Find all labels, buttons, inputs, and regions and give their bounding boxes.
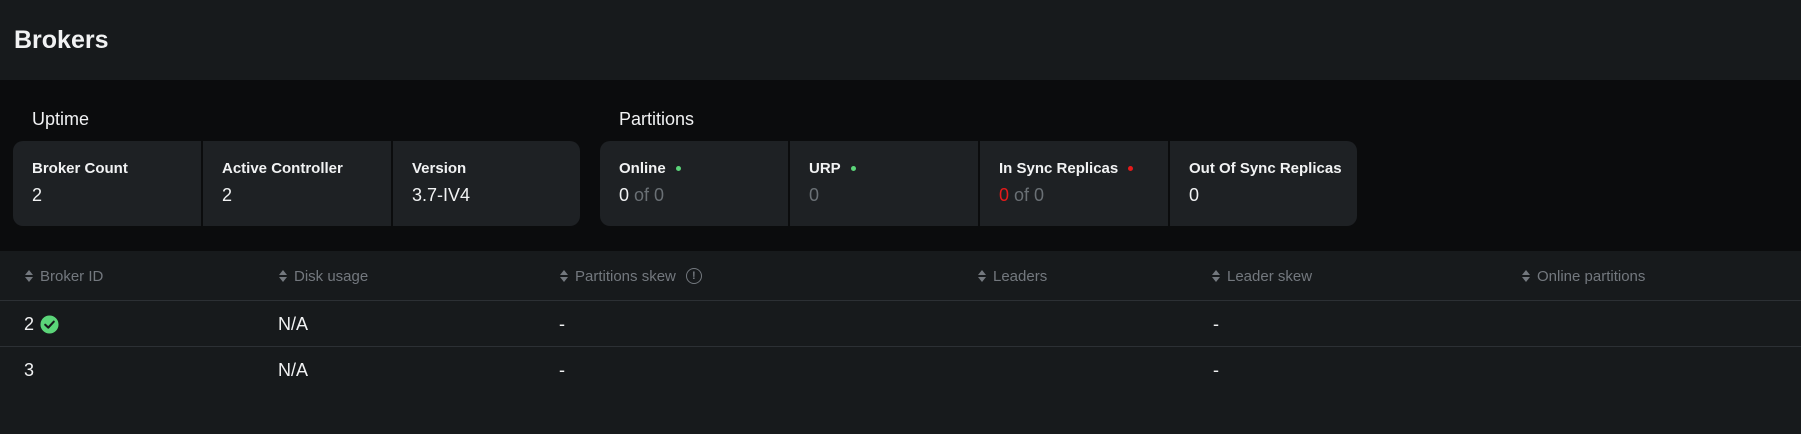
card-label: In Sync Replicas — [999, 160, 1119, 177]
card-label: Out Of Sync Replicas — [1189, 160, 1342, 177]
card-label: Version — [412, 160, 467, 177]
sort-icon — [1212, 270, 1220, 282]
brokers-table: Broker ID Disk usage Partitions skew ! L… — [0, 251, 1801, 434]
card-value: 3.7-IV4 — [412, 185, 471, 205]
column-header-leaders[interactable]: Leaders — [977, 251, 1047, 301]
card-label-row: In Sync Replicas — [999, 160, 1168, 177]
sort-icon — [279, 270, 287, 282]
card-label: Active Controller — [222, 160, 343, 177]
partitions-skew-cell: - — [559, 313, 565, 334]
column-label: Leader skew — [1227, 267, 1313, 285]
page-title: Brokers — [14, 25, 109, 54]
uptime-cards: Broker Count 2 Active Controller 2 Versi… — [13, 141, 580, 226]
column-label: Partitions skew — [575, 267, 676, 285]
column-label: Broker ID — [40, 267, 104, 285]
card-value: 0 — [999, 185, 1010, 205]
status-dot-icon — [675, 166, 681, 171]
active-controller-card: Active Controller 2 — [203, 141, 391, 226]
sort-icon — [1522, 270, 1530, 282]
info-icon[interactable]: ! — [685, 268, 702, 284]
online-card: Online 0 of 0 — [600, 141, 788, 226]
urp-card: URP 0 — [790, 141, 978, 226]
column-header-leader-skew[interactable]: Leader skew — [1211, 251, 1312, 301]
card-value-row: 0 of 0 — [619, 185, 788, 206]
column-header-online-partitions[interactable]: Online partitions — [1521, 251, 1645, 301]
card-value: 0 — [619, 185, 630, 205]
column-label: Disk usage — [294, 267, 369, 285]
card-value-suffix: of 0 — [1014, 185, 1045, 205]
card-value: 2 — [32, 185, 43, 205]
broker-id-cell[interactable]: 2 — [24, 301, 59, 347]
sort-icon — [560, 270, 568, 282]
broker-id[interactable]: 3 — [24, 360, 34, 381]
card-value: 2 — [222, 185, 233, 205]
status-dot-icon — [1128, 166, 1134, 171]
sort-icon — [25, 270, 33, 282]
sort-icon — [978, 270, 986, 282]
card-value: 0 — [1189, 185, 1200, 205]
table-header: Broker ID Disk usage Partitions skew ! L… — [0, 251, 1801, 301]
card-value-row: 0 of 0 — [999, 185, 1168, 206]
partitions-skew-cell: - — [559, 359, 565, 380]
card-label-row: Online — [619, 160, 788, 177]
status-dot-icon — [850, 166, 856, 171]
version-card: Version 3.7-IV4 — [393, 141, 580, 226]
broker-id-cell[interactable]: 3 — [24, 347, 34, 393]
card-value-suffix: of 0 — [634, 185, 665, 205]
column-label: Online partitions — [1537, 267, 1646, 285]
page-header: Brokers — [0, 0, 1801, 80]
card-value-row: 0 — [809, 185, 978, 206]
disk-usage-cell: N/A — [278, 313, 309, 334]
card-label: Online — [619, 160, 666, 177]
column-header-disk-usage[interactable]: Disk usage — [278, 251, 368, 301]
in-sync-replicas-card: In Sync Replicas 0 of 0 — [980, 141, 1168, 226]
column-header-broker-id[interactable]: Broker ID — [24, 251, 103, 301]
leader-skew-cell: - — [1213, 359, 1219, 380]
card-value: 0 — [809, 185, 820, 205]
table-row[interactable]: 3 N/A - - — [0, 347, 1801, 393]
metrics-band: Uptime Broker Count 2 Active Controller … — [0, 80, 1801, 251]
partitions-cards: Online 0 of 0 URP 0 In Sync Replicas 0 o… — [600, 141, 1357, 226]
column-label: Leaders — [993, 267, 1048, 285]
leader-skew-cell: - — [1213, 313, 1219, 334]
disk-usage-cell: N/A — [278, 359, 309, 380]
column-header-partitions-skew[interactable]: Partitions skew ! — [559, 251, 702, 301]
out-of-sync-replicas-card: Out Of Sync Replicas 0 — [1170, 141, 1357, 226]
check-circle-icon — [40, 314, 59, 334]
broker-id[interactable]: 2 — [24, 314, 34, 335]
broker-count-card: Broker Count 2 — [13, 141, 201, 226]
table-row[interactable]: 2 N/A - - — [0, 301, 1801, 347]
uptime-title: Uptime — [32, 109, 90, 129]
card-label: URP — [809, 160, 841, 177]
partitions-title: Partitions — [619, 109, 695, 129]
card-label: Broker Count — [32, 160, 128, 177]
card-label-row: URP — [809, 160, 978, 177]
